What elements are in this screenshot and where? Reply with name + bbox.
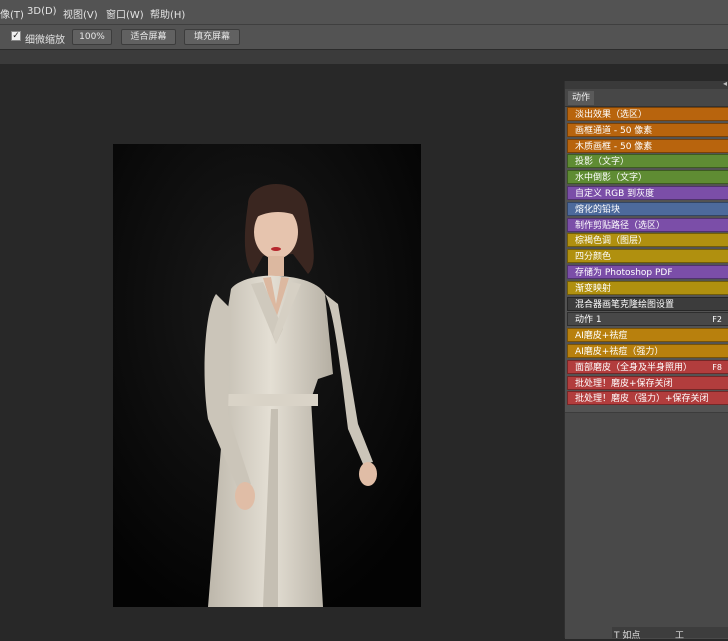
action-item[interactable]: 动作 1 F2: [567, 312, 728, 327]
fit-screen-button[interactable]: 适合屏幕: [121, 29, 176, 45]
document-image[interactable]: [113, 144, 421, 607]
action-shortcut: F8: [712, 362, 722, 372]
action-label: 批处理！磨皮+保存关闭: [575, 378, 673, 389]
action-label: 画框通道 - 50 像素: [575, 125, 653, 136]
action-item[interactable]: 制作剪贴路径（选区）: [567, 217, 728, 232]
panel-empty-area: [565, 412, 728, 639]
action-item[interactable]: 混合器画笔克隆绘图设置: [567, 296, 728, 311]
menu-bar: 像(T) 3D(D) 视图(V) 窗口(W) 帮助(H): [0, 0, 728, 25]
action-label: 自定义 RGB 到灰度: [575, 188, 655, 199]
action-item[interactable]: 淡出效果（选区）: [567, 107, 728, 121]
status-right: 工: [675, 631, 685, 641]
action-item[interactable]: 四分颜色: [567, 249, 728, 264]
document-tab-bar: [0, 50, 728, 64]
action-label: 木质画框 - 50 像素: [575, 141, 653, 152]
action-item[interactable]: 棕褐色调（图层）: [567, 233, 728, 248]
action-item[interactable]: 存储为 Photoshop PDF: [567, 264, 728, 279]
action-item[interactable]: 投影（文字）: [567, 154, 728, 169]
action-label: 存储为 Photoshop PDF: [575, 267, 673, 278]
menu-window[interactable]: 窗口(W): [106, 6, 144, 21]
action-list: 淡出效果（选区） 画框通道 - 50 像素 木质画框 - 50 像素 投影（文字） 水中…: [567, 107, 728, 407]
panel-tab-bar: 动作: [565, 89, 728, 107]
action-label: 渐变映射: [575, 283, 612, 294]
menu-image[interactable]: 像(T): [0, 6, 24, 21]
action-item[interactable]: 面部磨皮（全身及半身照用） F8: [567, 359, 728, 374]
action-label: 投影（文字）: [575, 157, 630, 168]
action-label: 制作剪贴路径（选区）: [575, 220, 666, 231]
status-left: T 如点: [614, 631, 641, 641]
menu-view[interactable]: 视图(V): [63, 6, 98, 21]
action-item[interactable]: 画框通道 - 50 像素: [567, 122, 728, 137]
action-label: 混合器画笔克隆绘图设置: [575, 299, 675, 310]
action-item[interactable]: 水中倒影（文字）: [567, 170, 728, 185]
actions-panel: ◂ 动作 淡出效果（选区） 画框通道 - 50 像素 木质画框 - 50 像素 投影（…: [564, 79, 728, 639]
action-label: 批处理！磨皮（强力）+保存关闭: [575, 394, 709, 405]
action-item[interactable]: 渐变映射: [567, 280, 728, 295]
action-item[interactable]: AI磨皮+祛痘: [567, 328, 728, 343]
tab-actions[interactable]: 动作: [568, 91, 595, 105]
scrubby-zoom-label: 细微缩放: [25, 35, 65, 46]
options-bar: ✓ 细微缩放 100% 适合屏幕 填充屏幕: [0, 25, 728, 50]
action-label: 动作 1: [575, 315, 602, 326]
action-item[interactable]: 熔化的铅块: [567, 201, 728, 216]
action-item[interactable]: 木质画框 - 50 像素: [567, 138, 728, 153]
action-item[interactable]: 自定义 RGB 到灰度: [567, 185, 728, 200]
action-item[interactable]: 批处理！磨皮（强力）+保存关闭: [567, 391, 728, 406]
action-label: 熔化的铅块: [575, 204, 621, 215]
panel-header: ◂: [565, 79, 728, 89]
menu-help[interactable]: 帮助(H): [150, 6, 185, 21]
action-label: 淡出效果（选区）: [575, 110, 648, 120]
portrait-photo: [113, 144, 421, 607]
collapse-icon[interactable]: ◂: [723, 79, 727, 88]
scrubby-zoom-checkbox[interactable]: ✓: [11, 31, 21, 41]
action-label: 棕褐色调（图层）: [575, 236, 648, 247]
action-label: 水中倒影（文字）: [575, 173, 648, 184]
fill-screen-button[interactable]: 填充屏幕: [184, 29, 240, 45]
action-label: AI磨皮+祛痘: [575, 331, 628, 342]
action-label: AI磨皮+祛痘（强力）: [575, 346, 664, 357]
action-label: 面部磨皮（全身及半身照用）: [575, 362, 693, 373]
action-item[interactable]: AI磨皮+祛痘（强力）: [567, 343, 728, 358]
action-item[interactable]: 批处理！磨皮+保存关闭: [567, 375, 728, 390]
menu-3d[interactable]: 3D(D): [27, 6, 57, 17]
action-label: 四分颜色: [575, 252, 612, 263]
zoom-100-button[interactable]: 100%: [72, 29, 112, 45]
action-shortcut: F2: [712, 315, 722, 325]
